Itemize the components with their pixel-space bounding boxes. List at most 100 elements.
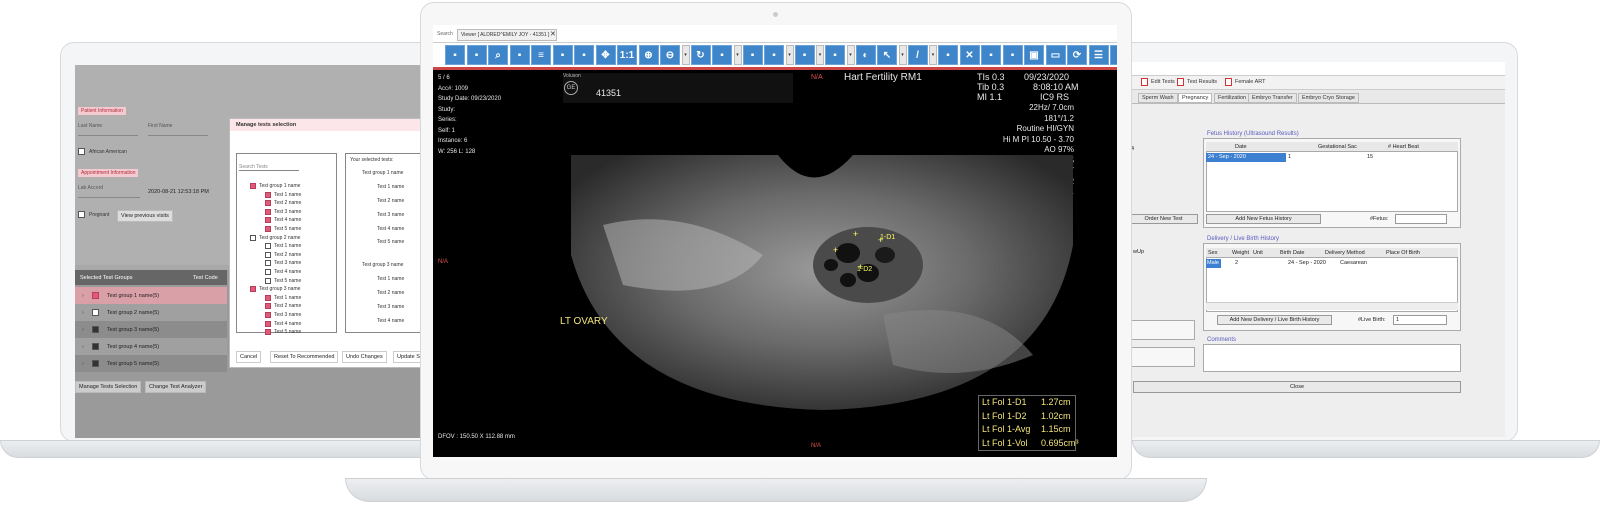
list-icon[interactable]: ☰: [1088, 45, 1109, 65]
expand-chevron-icon[interactable]: ›: [82, 361, 84, 367]
selected-group-row[interactable]: › Test group 2 name(5): [75, 304, 227, 321]
cancel-button[interactable]: Cancel: [236, 351, 262, 363]
zoom-in-icon[interactable]: ⊕: [638, 45, 659, 65]
magic-icon[interactable]: ▪: [1002, 45, 1023, 65]
tree-item[interactable]: Test 1 name: [265, 294, 301, 301]
tree-item[interactable]: Test group 1 name: [250, 183, 300, 189]
pointer-icon[interactable]: ↖: [877, 45, 897, 65]
dropdown-arrow-icon[interactable]: ▾: [681, 45, 690, 65]
zoom-region-icon[interactable]: ▪: [509, 45, 530, 65]
layers-icon[interactable]: ≡: [531, 45, 551, 65]
tree-checkbox[interactable]: [265, 294, 271, 301]
search-tests-input[interactable]: Search Tests: [239, 164, 299, 171]
dropdown-arrow-icon[interactable]: ▾: [929, 45, 937, 65]
one-to-one-icon[interactable]: 1:1: [617, 45, 637, 65]
tree-item[interactable]: Test group 3 name: [250, 286, 300, 293]
expand-chevron-icon[interactable]: ›: [82, 327, 84, 333]
delivery-row-weight[interactable]: 2: [1235, 260, 1238, 266]
tree-checkbox[interactable]: [250, 234, 256, 241]
tree-checkbox[interactable]: [250, 183, 256, 189]
live-birth-value[interactable]: 1: [1396, 317, 1399, 323]
dicom-icon[interactable]: D: [1110, 45, 1117, 65]
scissors-icon[interactable]: ▪: [981, 45, 1001, 65]
fit-icon[interactable]: ▪: [466, 45, 487, 65]
expand-chevron-icon[interactable]: ›: [82, 344, 84, 350]
annotate-icon[interactable]: ▪: [938, 45, 958, 65]
top-tab[interactable]: Female ART: [1225, 78, 1265, 86]
add-delivery-button[interactable]: Add New Delivery / Live Birth History: [1217, 315, 1332, 325]
change-test-analyzer-button[interactable]: Change Test Analyzer: [145, 381, 207, 393]
group-checkbox[interactable]: [91, 309, 99, 316]
expand-chevron-icon[interactable]: ›: [82, 310, 84, 316]
order-new-test-button[interactable]: Order New Test: [1130, 214, 1198, 224]
rotate-icon[interactable]: ↻: [690, 45, 711, 65]
add-fetus-history-button[interactable]: Add New Fetus History: [1206, 214, 1321, 224]
tree-checkbox[interactable]: [265, 251, 271, 258]
tree-checkbox[interactable]: [265, 226, 271, 232]
fetus-row-beat[interactable]: 15: [1367, 154, 1373, 160]
tree-item[interactable]: Test 4 name: [265, 320, 301, 327]
tree-item[interactable]: Test 2 name: [265, 303, 301, 310]
manage-tests-selection-button[interactable]: Manage Tests Selection: [75, 381, 142, 393]
tree-checkbox[interactable]: [265, 320, 271, 327]
tree-checkbox[interactable]: [265, 217, 271, 224]
tree-checkbox[interactable]: [265, 277, 271, 284]
pan-icon[interactable]: ✥: [595, 45, 616, 65]
view-previous-visits-button[interactable]: View previous visits: [117, 210, 173, 222]
layout-icon[interactable]: ▪: [445, 45, 465, 65]
tree-checkbox[interactable]: [265, 243, 271, 250]
african-american-checkbox[interactable]: African American: [78, 148, 127, 155]
folder-icon[interactable]: ▭: [1045, 45, 1066, 65]
tree-item[interactable]: Test 5 name: [265, 277, 301, 284]
tree-checkbox[interactable]: [265, 303, 271, 310]
sort-icon[interactable]: ▪: [825, 45, 845, 65]
expand-chevron-icon[interactable]: ›: [82, 293, 84, 299]
window-icon[interactable]: ▪: [794, 45, 815, 65]
tree-item[interactable]: Test 1 name: [265, 191, 301, 198]
viewer-tab[interactable]: Viewer [ ALDRED^EMILY JOY - 41351 ]: [457, 29, 557, 41]
delivery-row-method[interactable]: Caesarean: [1340, 260, 1367, 266]
tree-item[interactable]: Test 5 name: [265, 226, 301, 232]
settings-icon[interactable]: ▪: [552, 45, 573, 65]
tree-item[interactable]: Test 4 name: [265, 269, 301, 275]
tree-checkbox[interactable]: [265, 312, 271, 318]
tree-item[interactable]: Test 1 name: [265, 243, 301, 250]
group-checkbox[interactable]: [91, 360, 99, 367]
selected-group-row[interactable]: › Test group 5 name(5): [75, 355, 227, 372]
sub-tab[interactable]: Embryo Cryo Storage: [1298, 93, 1359, 103]
tree-checkbox[interactable]: [265, 200, 271, 207]
reset-to-recommended-button[interactable]: Reset To Recommended: [270, 351, 339, 363]
text-icon[interactable]: ▪: [764, 45, 784, 65]
selected-group-row[interactable]: › Test group 3 name(5): [75, 321, 227, 338]
tree-checkbox[interactable]: [265, 260, 271, 267]
delivery-row-date[interactable]: 24 - Sep - 2020: [1288, 260, 1326, 266]
tree-checkbox[interactable]: [265, 329, 271, 336]
zoom-icon[interactable]: ⌕: [488, 45, 508, 65]
sub-tab[interactable]: Embryo Transfer: [1248, 93, 1297, 103]
cut-icon[interactable]: ✕: [959, 45, 980, 65]
gear-icon[interactable]: ▪: [574, 45, 594, 65]
tree-item[interactable]: Test group 2 name: [250, 234, 300, 241]
undo-changes-button[interactable]: Undo Changes: [342, 351, 387, 363]
group-checkbox[interactable]: [91, 292, 99, 299]
tree-item[interactable]: Test 3 name: [265, 208, 301, 215]
dropdown-arrow-icon[interactable]: ▾: [898, 45, 907, 65]
tree-checkbox[interactable]: [250, 286, 256, 293]
zoom-out-icon[interactable]: ⊖: [660, 45, 680, 65]
tree-item[interactable]: Test 5 name: [265, 329, 301, 336]
contrast-icon[interactable]: ◐: [855, 45, 876, 65]
tree-item[interactable]: Test 2 name: [265, 251, 301, 258]
dropdown-arrow-icon[interactable]: ▾: [733, 45, 742, 65]
tree-checkbox[interactable]: [265, 191, 271, 198]
tree-checkbox[interactable]: [265, 269, 271, 275]
close-button[interactable]: Close: [1133, 381, 1461, 393]
save-icon[interactable]: ▣: [1024, 45, 1044, 65]
top-tab[interactable]: Edit Tests: [1141, 78, 1175, 86]
sub-tab[interactable]: Fertilization: [1214, 93, 1251, 103]
dropdown-arrow-icon[interactable]: ▾: [846, 45, 855, 65]
series-icon[interactable]: ▪: [712, 45, 732, 65]
tree-item[interactable]: Test 4 name: [265, 217, 301, 224]
group-checkbox[interactable]: [91, 343, 99, 350]
layout-grid-icon[interactable]: ▪: [742, 45, 763, 65]
measure-icon[interactable]: /: [907, 45, 928, 65]
